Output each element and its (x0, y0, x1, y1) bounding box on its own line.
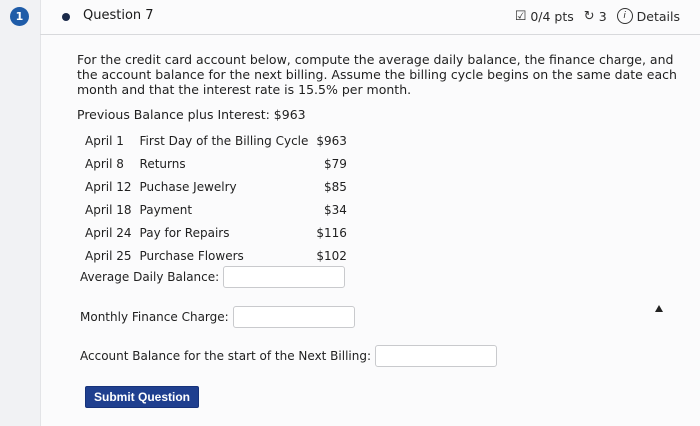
question-page: 1 Question 7 ☑ 0/4 pts ↻ 3 i Details For… (0, 0, 700, 426)
checkbox-edit-icon: ☑ (514, 8, 527, 24)
transaction-row: April 18 Payment $34 (85, 199, 347, 222)
finance-charge-label: Monthly Finance Charge: (80, 310, 229, 324)
transaction-description: Returns (139, 157, 186, 171)
transaction-date: April 18 (85, 203, 132, 217)
question-header: Question 7 ☑ 0/4 pts ↻ 3 i Details (40, 0, 700, 35)
retry-icon: ↻ (583, 8, 595, 24)
next-billing-row: Account Balance for the start of the Nex… (80, 345, 498, 367)
transactions-table: April 1 First Day of the Billing Cycle $96… (85, 130, 347, 268)
question-body: For the credit card account below, compu… (77, 52, 677, 268)
transaction-amount: $34 (324, 203, 347, 217)
transaction-amount: $79 (324, 157, 347, 171)
question-title: Question 7 (83, 8, 154, 23)
avg-daily-balance-row: Average Daily Balance: (80, 266, 346, 288)
transaction-row: April 8 Returns $79 (85, 153, 347, 176)
transaction-amount: $116 (316, 226, 347, 240)
transaction-amount: $963 (316, 134, 347, 148)
attempts-count: 3 (598, 8, 607, 24)
transaction-row: April 25 Purchase Flowers $102 (85, 245, 347, 268)
transaction-row: April 24 Pay for Repairs $116 (85, 222, 347, 245)
transaction-amount: $85 (324, 180, 347, 194)
transaction-row: April 1 First Day of the Billing Cycle $96… (85, 130, 347, 153)
finance-charge-input[interactable] (232, 306, 355, 328)
avg-daily-balance-input[interactable] (223, 266, 346, 288)
transaction-date: April 8 (85, 157, 124, 171)
submit-question-button[interactable]: Submit Question (85, 386, 199, 408)
transaction-date: April 25 (85, 249, 132, 263)
transaction-date: April 1 (85, 134, 124, 148)
points-text: 0/4 pts (530, 8, 574, 24)
transaction-description: Payment (139, 203, 193, 217)
mouse-cursor-icon (655, 305, 663, 312)
next-billing-label: Account Balance for the start of the Nex… (80, 349, 372, 363)
info-icon[interactable]: i (616, 8, 633, 24)
bullet-icon (62, 13, 70, 21)
transaction-description: First Day of the Billing Cycle (139, 134, 309, 148)
transaction-date: April 12 (85, 180, 132, 194)
question-meta: ☑ 0/4 pts ↻ 3 i Details (515, 8, 680, 24)
question-prompt: For the credit card account below, compu… (77, 52, 677, 97)
transaction-amount: $102 (316, 249, 347, 263)
transaction-description: Puchase Jewelry (139, 180, 237, 194)
next-billing-input[interactable] (375, 345, 498, 367)
transaction-description: Purchase Flowers (139, 249, 244, 263)
previous-balance: Previous Balance plus Interest: $963 (77, 107, 306, 122)
question-number-badge[interactable]: 1 (10, 7, 29, 26)
transaction-row: April 12 Puchase Jewelry $85 (85, 176, 347, 199)
transaction-description: Pay for Repairs (139, 226, 230, 240)
left-rail: 1 (0, 0, 41, 426)
finance-charge-row: Monthly Finance Charge: (80, 306, 355, 328)
avg-daily-balance-label: Average Daily Balance: (80, 270, 220, 284)
transaction-date: April 24 (85, 226, 132, 240)
details-link[interactable]: Details (637, 9, 680, 24)
